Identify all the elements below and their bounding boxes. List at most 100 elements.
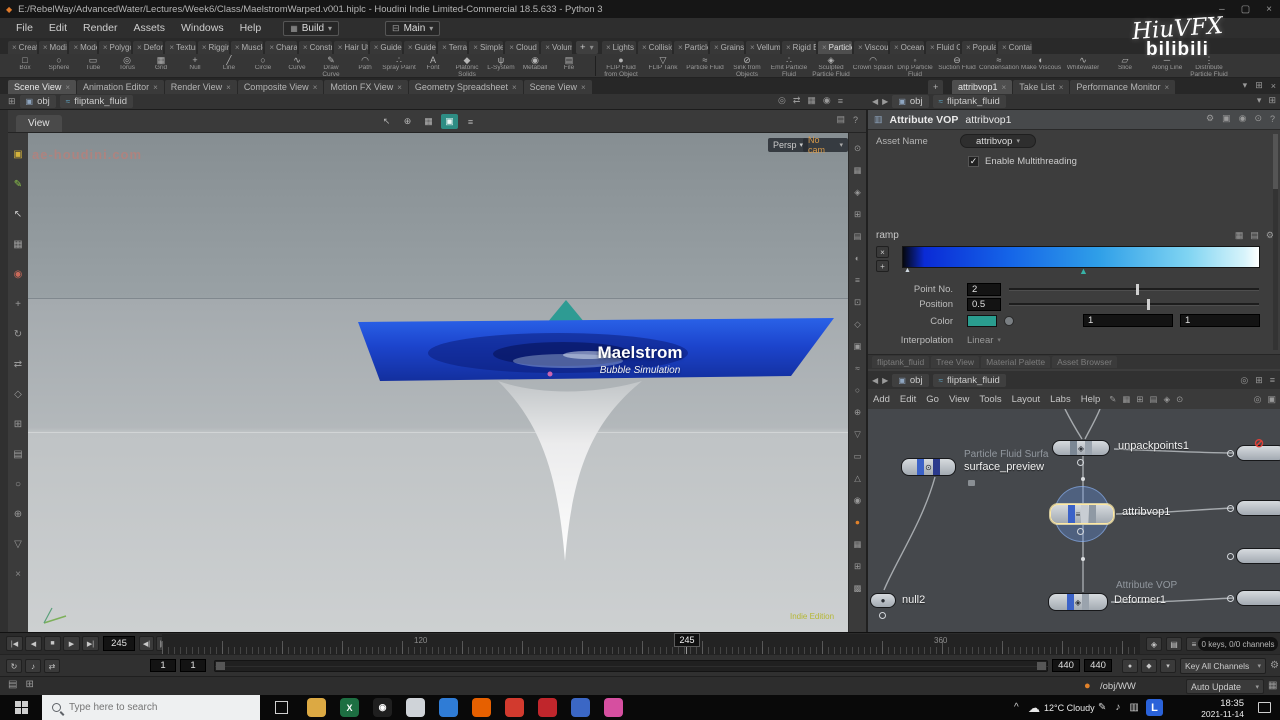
node-unpackpoints1[interactable]: ◈ [1052,440,1110,456]
pane-tab[interactable]: Geometry Spreadsheet × [408,80,523,94]
viewport-tool-icon[interactable]: ↖ [8,199,28,229]
network-search-icon[interactable]: ◎ [1254,394,1262,405]
bypass-flag-icon[interactable]: ⊘ [1254,436,1264,450]
node-flag[interactable] [1067,505,1075,523]
menu-item[interactable]: Help [232,22,270,34]
range-start-field[interactable]: 1 [150,659,176,672]
shelf-tab[interactable]: ×Viscous Fl [854,41,888,54]
keying-option-icon[interactable]: ◆ [1141,659,1157,673]
windows-start-button[interactable] [0,695,42,720]
viewport-tool-icon[interactable]: ⇄ [8,349,28,379]
network-menu-item[interactable]: View [944,394,974,405]
net-path-node-chip[interactable]: ≈ fliptank_fluid [932,373,1006,387]
main-desktop-dropdown[interactable]: ⊟ Main ▾ [385,20,441,36]
shelf-tool-button[interactable]: ▦ Grid [144,55,178,78]
network-editor[interactable]: ◈ unpackpoints1 ⊙ Particle Fluid Surfa s… [868,409,1280,632]
network-pane-tab[interactable]: fliptank_fluid [872,356,930,368]
viewport-tool-icon[interactable]: × [8,559,28,589]
pane-tab[interactable]: Animation Editor × [77,80,164,94]
display-option-icon[interactable]: ⊡ [849,291,866,313]
display-option-icon[interactable]: ◈ [849,181,866,203]
tab-close-icon[interactable]: × [512,83,517,92]
node-flag[interactable] [1069,441,1077,455]
tab-close-icon[interactable]: × [930,43,935,52]
viewport-mode-icon[interactable]: ↖ [378,114,395,129]
color-swatch[interactable] [967,315,997,327]
tab-close-icon[interactable]: × [1164,83,1169,92]
scene-viewport[interactable]: ae-houdini.com Maelstrom Bubble Simulati… [28,133,848,632]
range-end2-field[interactable]: 440 [1084,659,1112,672]
shelf-tab[interactable]: ×Collisions [638,41,672,54]
auto-update-dropdown[interactable]: Auto Update ▾ [1186,679,1264,694]
path-menu-icon[interactable]: ▾ [1257,95,1262,106]
shelf-tab[interactable]: ×Cloud FX [505,41,540,54]
tab-close-icon[interactable]: × [581,83,586,92]
timeline-ruler[interactable]: 120 360 245 [162,633,1140,654]
transport-button[interactable]: ◀ [25,636,42,651]
menu-item[interactable]: File [8,22,41,34]
display-option-icon[interactable]: ▤ [849,225,866,247]
taskbar-app-button[interactable] [564,695,597,720]
transport-button[interactable]: ▶ [63,636,80,651]
shelf-tool-button[interactable]: ▤ File [552,55,586,78]
tab-close-icon[interactable]: × [12,43,17,52]
shelf-tool-button[interactable]: ≈ Condensation [978,55,1020,78]
display-option-icon[interactable]: ⊙ [849,137,866,159]
pane-menu-icon[interactable]: ▾ [1243,80,1248,91]
shelf-tool-button[interactable]: ◆ Platonic Solids [450,55,484,78]
param-header-icon[interactable]: ◉ [1239,113,1247,124]
taskbar-app-button[interactable] [465,695,498,720]
node-offscreen[interactable] [1236,548,1280,564]
display-option-icon[interactable]: ◐ [849,247,866,269]
shelf-tab[interactable]: ×Texture [165,41,196,54]
display-option-icon[interactable]: ○ [849,379,866,401]
display-option-icon[interactable]: ≈ [849,357,866,379]
node-name-value[interactable]: attribvop1 [965,114,1011,126]
tab-close-icon[interactable]: × [750,43,755,52]
param-header-icon[interactable]: ? [1270,114,1275,124]
memory-grid-icon[interactable]: ▦ [1268,680,1277,691]
node-label-surface-preview[interactable]: surface_preview [964,461,1044,473]
network-menu-item[interactable]: Add [868,394,895,405]
display-option-icon[interactable]: ≡ [849,269,866,291]
display-option-icon[interactable]: ◇ [849,313,866,335]
shelf-tab[interactable]: ×Particles [674,41,708,54]
pane-tab[interactable]: Scene View × [8,80,77,94]
shelf-tool-button[interactable]: + Null [178,55,212,78]
viewport-tool-icon[interactable]: ○ [8,469,28,499]
network-menu-item[interactable]: Tools [974,394,1006,405]
display-option-icon[interactable]: ⊕ [849,401,866,423]
pane-add-tab-button[interactable]: + [928,80,944,94]
shelf-tab[interactable]: ×Charact [265,41,297,54]
tab-close-icon[interactable]: × [1059,83,1064,92]
shelf-tab[interactable]: ×Particle Fl [818,41,852,54]
viewport-tool-icon[interactable]: ⊕ [8,499,28,529]
network-toolbar-icon[interactable]: ▦ [1122,394,1130,405]
shelf-tool-button[interactable]: ▱ Slice [1104,55,1146,78]
position-field[interactable]: 0.5 [967,297,1001,311]
frame-step-button[interactable]: ◀| [139,636,154,651]
tray-icon[interactable]: ✎ [1098,702,1106,713]
node-attribvop1[interactable]: ≡ [1050,504,1114,524]
network-menu-item[interactable]: Layout [1007,394,1046,405]
shelf-tool-button[interactable]: ∴ Emit Particle Fluid [768,55,810,78]
shelf-tool-button[interactable]: ∿ Whitewater [1062,55,1104,78]
color-mode-toggle[interactable] [1004,316,1014,326]
taskbar-app-button[interactable]: ◉ [366,695,399,720]
weather-widget[interactable]: ☁ 12°C Cloudy [1028,695,1095,720]
point-no-field[interactable]: 2 [967,282,1001,296]
point-no-slider[interactable] [1009,283,1259,295]
tab-close-icon[interactable]: × [442,43,447,52]
tab-close-icon[interactable]: × [313,83,318,92]
viewport-tool-icon[interactable]: ↻ [8,319,28,349]
shelf-tab[interactable]: ×Container [998,41,1032,54]
node-flag[interactable] [1081,505,1089,523]
network-menu-item[interactable]: Edit [895,394,921,405]
shelf-tab[interactable]: ×Guide P [369,41,402,54]
status-tool-icon[interactable]: ▤ [8,679,17,690]
taskbar-app-button[interactable] [531,695,564,720]
tab-close-icon[interactable]: × [545,43,550,52]
shelf-tool-button[interactable]: ◦ Drip Particle Fluid [894,55,936,78]
node-null2[interactable]: ● [870,593,896,608]
playbar-option-icon[interactable]: ▤ [1166,637,1182,651]
